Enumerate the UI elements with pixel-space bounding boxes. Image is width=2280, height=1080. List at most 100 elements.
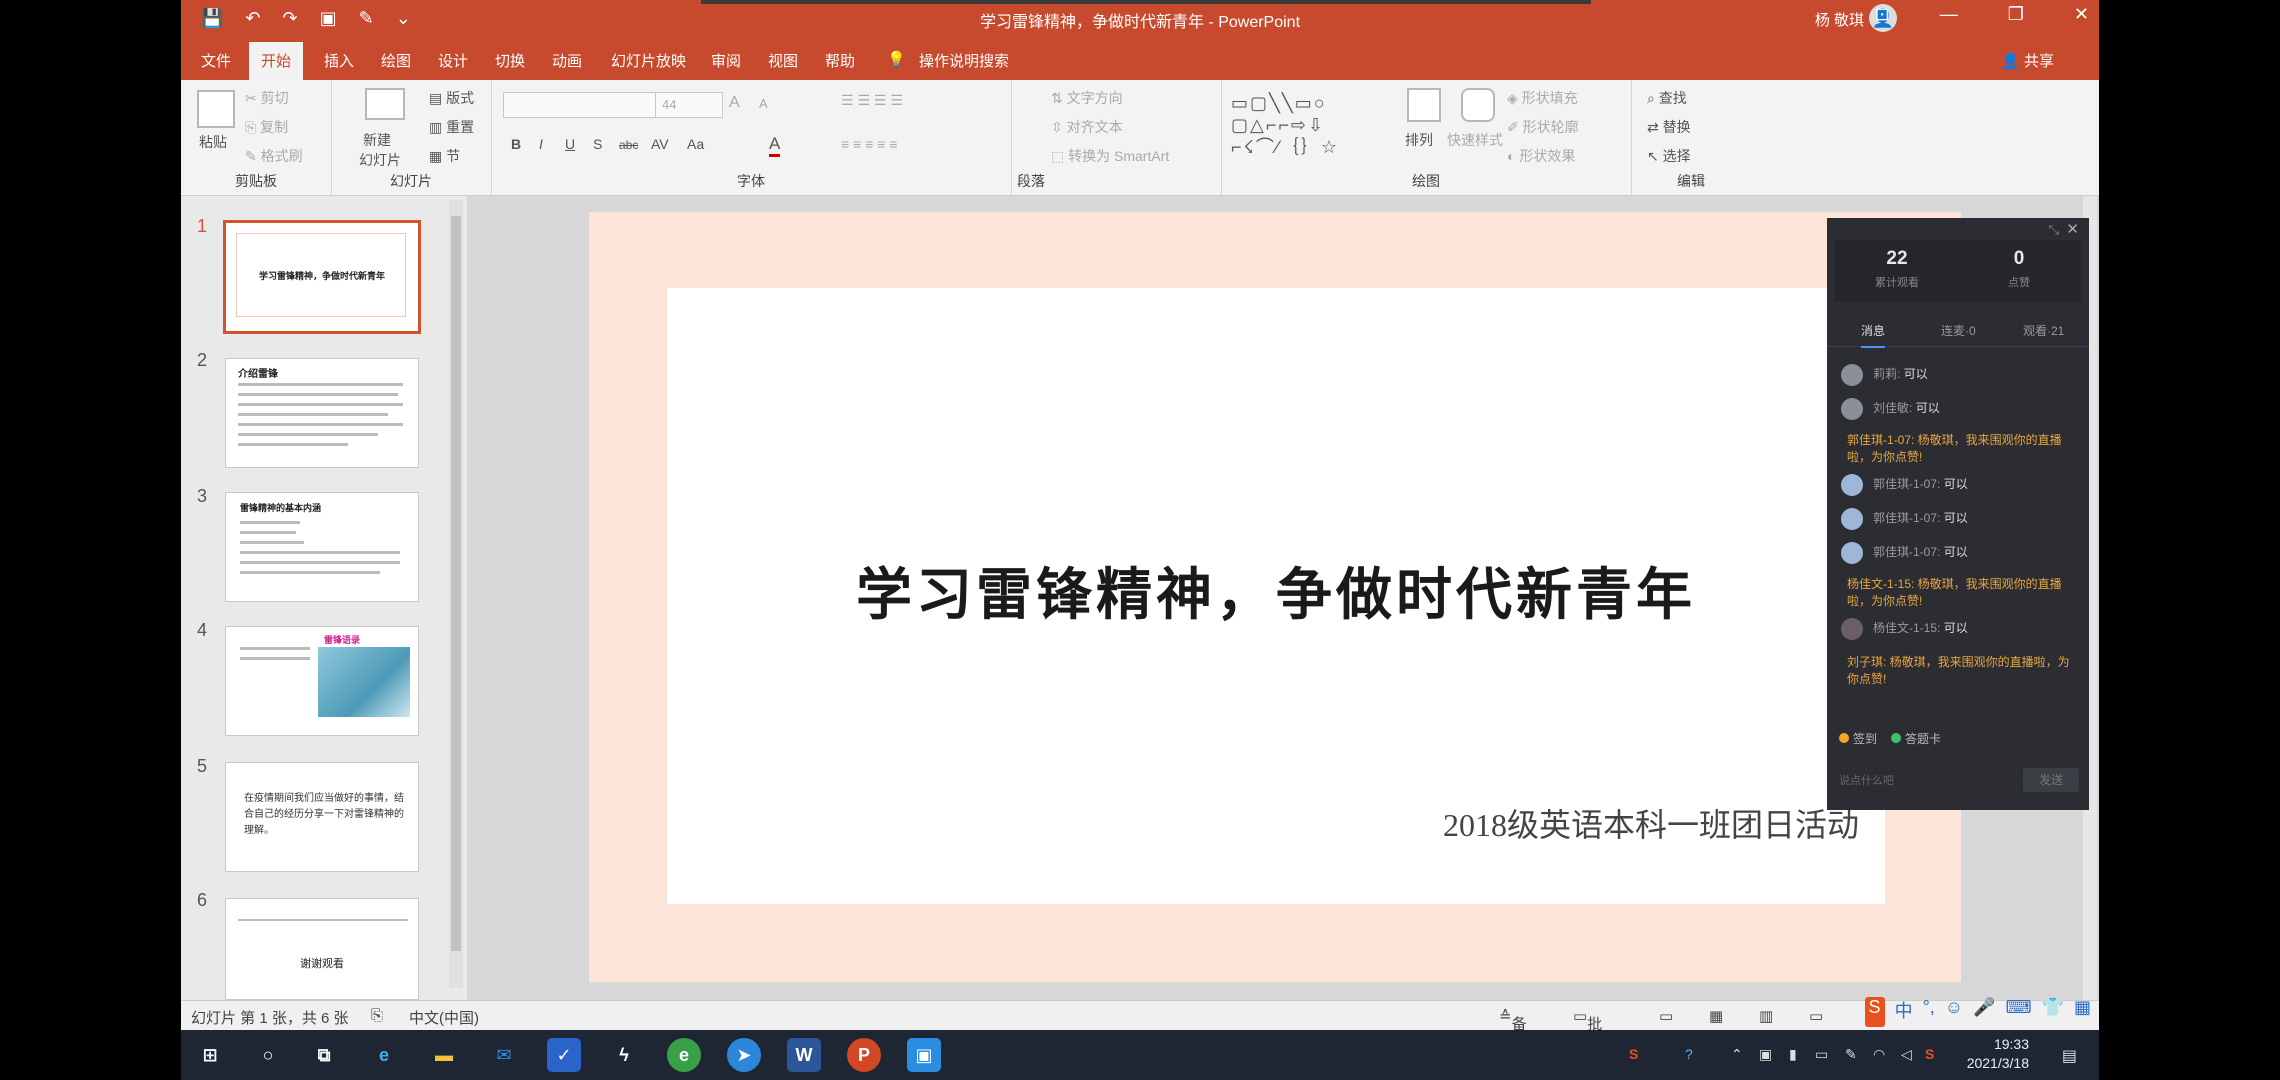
quick-styles-button[interactable]: 快速样式 bbox=[1447, 130, 1503, 150]
task-view-icon[interactable]: ⧉ bbox=[307, 1038, 341, 1072]
bold-button[interactable]: B bbox=[511, 136, 521, 152]
todo-icon[interactable]: ✓ bbox=[547, 1038, 581, 1072]
ime-punct-icon[interactable]: °, bbox=[1923, 997, 1935, 1027]
align-icons[interactable]: ≡ ≡ ≡ ≡ ≡ bbox=[841, 136, 897, 152]
ime-emoji-icon[interactable]: ☺ bbox=[1945, 997, 1963, 1027]
font-size-box[interactable]: 44 bbox=[655, 92, 723, 118]
change-case-button[interactable]: Aa bbox=[687, 136, 704, 152]
clock[interactable]: 19:33 2021/3/18 bbox=[1967, 1035, 2029, 1073]
tab-insert[interactable]: 插入 bbox=[324, 50, 354, 71]
tab-messages[interactable]: 消息 bbox=[1861, 322, 1886, 348]
show-hidden-icon[interactable]: ⌃ bbox=[1731, 1046, 1743, 1063]
slideshow-view-icon[interactable]: ▭ bbox=[1809, 1007, 1823, 1025]
pen-tray-icon[interactable]: ✎ bbox=[1845, 1046, 1857, 1063]
ime-keyboard-icon[interactable]: ⌨ bbox=[2006, 997, 2032, 1027]
tab-file[interactable]: 文件 bbox=[201, 50, 231, 71]
grow-font-button[interactable]: A bbox=[729, 94, 740, 112]
shape-outline-button[interactable]: ✐ 形状轮廓 bbox=[1507, 117, 1579, 137]
word-icon[interactable]: W bbox=[787, 1038, 821, 1072]
spellcheck-icon[interactable]: ⎘ bbox=[371, 1007, 383, 1024]
cut-button[interactable]: ✂ 剪切 bbox=[245, 88, 289, 108]
underline-button[interactable]: U bbox=[565, 136, 575, 152]
ime-tray-icon[interactable]: S bbox=[1925, 1046, 1934, 1062]
font-color-button[interactable]: A bbox=[769, 134, 781, 157]
paste-icon[interactable] bbox=[197, 90, 235, 128]
reading-view-icon[interactable]: ▥ bbox=[1759, 1007, 1773, 1025]
close-icon[interactable]: ✕ bbox=[2074, 4, 2089, 25]
mail-icon[interactable]: ✉ bbox=[487, 1038, 521, 1072]
align-text-button[interactable]: ⇳ 对齐文本 bbox=[1051, 117, 1123, 137]
find-button[interactable]: ⌕ 查找 bbox=[1647, 88, 1687, 108]
new-slide-button[interactable]: 新建 bbox=[363, 130, 391, 150]
shape-fill-button[interactable]: ◈ 形状填充 bbox=[1507, 88, 1578, 108]
quiz-button[interactable]: 答题卡 bbox=[1891, 730, 1941, 747]
close-panel-icon[interactable]: ✕ bbox=[2066, 220, 2079, 238]
notification-icon[interactable]: ▤ bbox=[2062, 1046, 2077, 1066]
sogou-tray-icon[interactable]: S bbox=[1629, 1046, 1638, 1062]
tab-help[interactable]: 帮助 bbox=[825, 50, 855, 71]
slide-thumbnail-4[interactable]: 雷锋语录 bbox=[225, 626, 419, 736]
edge-icon[interactable]: e bbox=[367, 1038, 401, 1072]
tab-mic[interactable]: 连麦·0 bbox=[1941, 322, 1976, 339]
minimize-icon[interactable]: — bbox=[1940, 4, 1958, 25]
tab-view[interactable]: 视图 bbox=[768, 50, 798, 71]
checkin-button[interactable]: 签到 bbox=[1839, 730, 1877, 747]
lightning-app-icon[interactable]: ϟ bbox=[607, 1038, 641, 1072]
slide-thumbnail-5[interactable]: 在疫情期间我们应当做好的事情，结合自己的经历分享一下对雷锋精神的理解。 bbox=[225, 762, 419, 872]
thumbnails-scrollbar[interactable] bbox=[449, 200, 463, 988]
chat-input[interactable]: 说点什么吧 bbox=[1839, 772, 1894, 788]
windows-start-icon[interactable]: ⊞ bbox=[193, 1038, 227, 1072]
slide-title[interactable]: 学习雷锋精神，争做时代新青年 bbox=[667, 550, 1885, 631]
volume-icon[interactable]: ◁ bbox=[1901, 1046, 1912, 1063]
tab-home[interactable]: 开始 bbox=[249, 42, 304, 83]
file-explorer-icon[interactable]: ▬ bbox=[427, 1038, 461, 1072]
maximize-icon[interactable]: ❐ bbox=[2008, 4, 2024, 25]
paste-button[interactable]: 粘贴 bbox=[199, 132, 227, 152]
ime-toolbox-icon[interactable]: ▦ bbox=[2074, 997, 2091, 1027]
shadow-button[interactable]: S bbox=[593, 136, 602, 152]
arrange-icon[interactable] bbox=[1407, 88, 1441, 122]
battery-icon[interactable]: ▭ bbox=[1815, 1046, 1828, 1063]
ime-chinese-icon[interactable]: 中 bbox=[1895, 997, 1913, 1027]
normal-view-icon[interactable]: ▭ bbox=[1659, 1007, 1673, 1025]
arrange-button[interactable]: 排列 bbox=[1405, 130, 1433, 150]
replace-button[interactable]: ⇄ 替换 bbox=[1647, 117, 1691, 137]
shapes-gallery[interactable]: ▭▢╲╲▭○ ▢△⌐⌐⇨⇩ ⌐☇⌒∕｛｝☆ bbox=[1231, 92, 1391, 158]
select-button[interactable]: ↖ 选择 bbox=[1647, 146, 1691, 166]
text-direction-button[interactable]: ⇅ 文字方向 bbox=[1051, 88, 1123, 108]
ime-skin-icon[interactable]: 👕 bbox=[2042, 997, 2064, 1027]
search-icon[interactable]: ○ bbox=[251, 1038, 285, 1072]
ime-voice-icon[interactable]: 🎤 bbox=[1973, 997, 1995, 1027]
tab-design[interactable]: 设计 bbox=[438, 50, 468, 71]
tray-app-icon[interactable]: ▣ bbox=[1759, 1046, 1772, 1063]
tell-me-search[interactable]: 操作说明搜索 bbox=[919, 50, 1009, 71]
comments-button[interactable]: ▭ 批注 bbox=[1573, 1007, 1602, 1054]
strikethrough-button[interactable]: abc bbox=[619, 138, 638, 152]
language-indicator[interactable]: 中文(中国) bbox=[409, 1007, 479, 1028]
new-slide-dropdown[interactable]: 幻灯片 bbox=[359, 150, 401, 170]
feather-app-icon[interactable]: ➤ bbox=[727, 1038, 761, 1072]
browser-icon[interactable]: e bbox=[667, 1038, 701, 1072]
user-name[interactable]: 杨 敬琪 bbox=[1815, 9, 1864, 30]
quick-styles-icon[interactable] bbox=[1461, 88, 1495, 122]
sogou-icon[interactable]: S bbox=[1864, 997, 1885, 1027]
tab-transitions[interactable]: 切换 bbox=[495, 50, 525, 71]
usb-icon[interactable]: ▮ bbox=[1789, 1046, 1797, 1063]
slide-thumbnail-1[interactable]: 学习雷锋精神，争做时代新青年 bbox=[223, 220, 421, 334]
help-tray-icon[interactable]: ? bbox=[1685, 1046, 1693, 1062]
slide-thumbnail-6[interactable]: 谢谢观看 bbox=[225, 898, 419, 1000]
current-slide[interactable]: 学习雷锋精神，争做时代新青年 2018级英语本科一班团日活动 bbox=[667, 288, 1885, 904]
notes-button[interactable]: ≙ 备注 bbox=[1499, 1007, 1527, 1054]
new-slide-icon[interactable] bbox=[365, 88, 405, 120]
slide-subtitle[interactable]: 2018级英语本科一班团日活动 bbox=[1443, 800, 1859, 846]
reset-button[interactable]: ▥ 重置 bbox=[429, 117, 474, 137]
font-name-box[interactable] bbox=[503, 92, 659, 118]
section-button[interactable]: ▦ 节 bbox=[429, 146, 460, 166]
thumbnails-scroll-thumb[interactable] bbox=[451, 216, 461, 951]
meeting-app-icon[interactable]: ▣ bbox=[907, 1038, 941, 1072]
share-button[interactable]: 👤 共享 bbox=[2001, 50, 2054, 71]
italic-button[interactable]: I bbox=[539, 136, 543, 152]
wifi-icon[interactable]: ◠ bbox=[1873, 1046, 1885, 1063]
shrink-font-button[interactable]: A bbox=[759, 96, 768, 111]
tab-slideshow[interactable]: 幻灯片放映 bbox=[611, 50, 686, 71]
